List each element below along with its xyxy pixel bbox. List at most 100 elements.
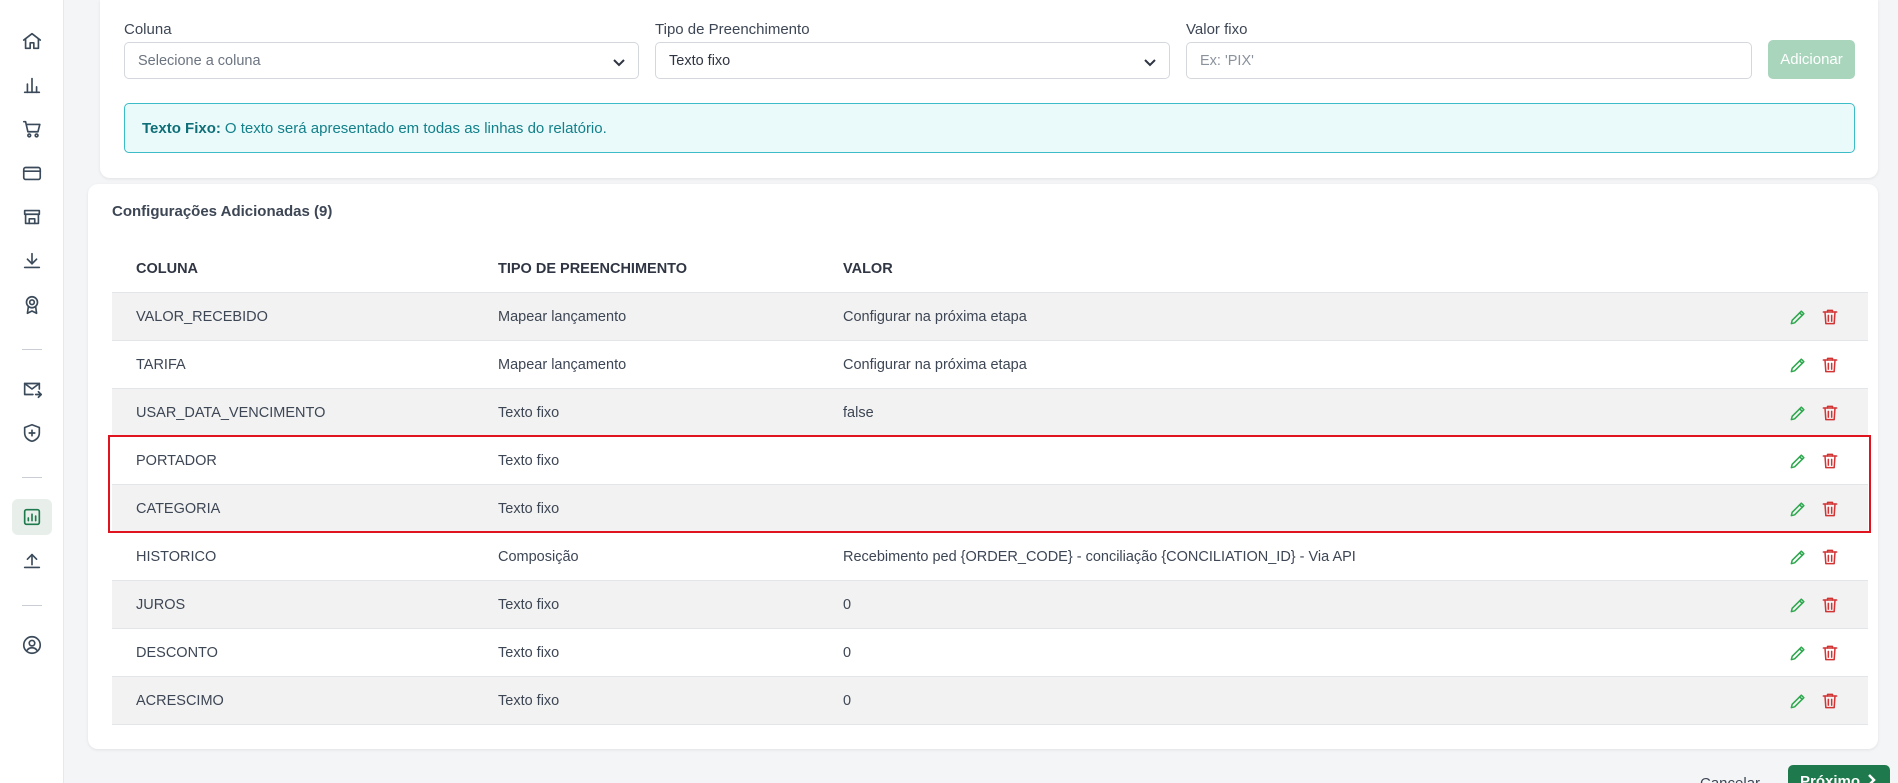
trash-icon[interactable] — [1820, 547, 1840, 567]
info-alert-title: Texto Fixo: — [142, 119, 221, 137]
cell-valor: 0 — [843, 644, 852, 661]
table-row: PORTADOR Texto fixo — [112, 437, 1868, 485]
edit-icon[interactable] — [1788, 355, 1808, 375]
row-actions — [1788, 451, 1840, 471]
cell-valor: 0 — [843, 692, 852, 709]
chevron-down-icon — [612, 55, 626, 69]
row-actions — [1788, 691, 1840, 711]
info-alert-text: O texto será apresentado em todas as lin… — [224, 119, 607, 137]
configurations-table: COLUNA TIPO DE PREENCHIMENTO VALOR VALOR… — [112, 245, 1868, 725]
trash-icon[interactable] — [1820, 451, 1840, 471]
cell-tipo: Texto fixo — [498, 452, 560, 469]
tipo-preenchimento-value: Texto fixo — [669, 52, 731, 69]
header-valor: VALOR — [843, 260, 893, 277]
trash-icon[interactable] — [1820, 643, 1840, 663]
coluna-select-placeholder: Selecione a coluna — [138, 52, 261, 69]
cell-coluna: JUROS — [136, 596, 186, 613]
credit-card-icon[interactable] — [12, 155, 52, 191]
row-actions — [1788, 643, 1840, 663]
edit-icon[interactable] — [1788, 547, 1808, 567]
table-row: TARIFA Mapear lançamento Configurar na pró… — [112, 341, 1868, 389]
sidebar-divider — [22, 605, 42, 606]
cell-tipo: Texto fixo — [498, 404, 560, 421]
cell-tipo: Mapear lançamento — [498, 308, 627, 325]
table-row: JUROS Texto fixo 0 — [112, 581, 1868, 629]
sidebar-divider — [22, 349, 42, 350]
report-icon[interactable] — [12, 499, 52, 535]
award-icon[interactable] — [12, 287, 52, 323]
edit-icon[interactable] — [1788, 403, 1808, 423]
sidebar — [0, 0, 64, 783]
edit-icon[interactable] — [1788, 643, 1808, 663]
row-actions — [1788, 403, 1840, 423]
mail-forward-icon[interactable] — [12, 371, 52, 407]
tipo-preenchimento-select[interactable]: Texto fixo — [655, 42, 1170, 79]
row-actions — [1788, 499, 1840, 519]
upload-icon[interactable] — [12, 543, 52, 579]
cell-tipo: Texto fixo — [498, 500, 560, 517]
cell-coluna: TARIFA — [136, 356, 186, 373]
table-row: DESCONTO Texto fixo 0 — [112, 629, 1868, 677]
trash-icon[interactable] — [1820, 595, 1840, 615]
cell-tipo: Texto fixo — [498, 692, 560, 709]
header-coluna: COLUNA — [136, 260, 199, 277]
edit-icon[interactable] — [1788, 595, 1808, 615]
header-tipo: TIPO DE PREENCHIMENTO — [498, 260, 688, 277]
table-row: ACRESCIMO Texto fixo 0 — [112, 677, 1868, 725]
cell-coluna: USAR_DATA_VENCIMENTO — [136, 404, 326, 421]
coluna-label: Coluna — [124, 21, 172, 38]
cell-valor: 0 — [843, 596, 852, 613]
chevron-down-icon — [1143, 55, 1157, 69]
row-actions — [1788, 307, 1840, 327]
cell-coluna: ACRESCIMO — [136, 692, 224, 709]
trash-icon[interactable] — [1820, 691, 1840, 711]
coluna-select[interactable]: Selecione a coluna — [124, 42, 639, 79]
next-button[interactable]: Próximo — [1788, 765, 1890, 783]
cell-coluna: CATEGORIA — [136, 500, 221, 517]
user-circle-icon[interactable] — [12, 627, 52, 663]
cell-valor: false — [843, 404, 874, 421]
cell-coluna: HISTORICO — [136, 548, 217, 565]
section-title: Configurações Adicionadas (9) — [112, 203, 333, 220]
row-actions — [1788, 547, 1840, 567]
store-icon[interactable] — [12, 199, 52, 235]
row-actions — [1788, 355, 1840, 375]
edit-icon[interactable] — [1788, 451, 1808, 471]
cell-coluna: DESCONTO — [136, 644, 218, 661]
cell-valor: Configurar na próxima etapa — [843, 308, 1027, 325]
cell-coluna: PORTADOR — [136, 452, 217, 469]
tipo-preenchimento-label: Tipo de Preenchimento — [655, 21, 810, 38]
table-header: COLUNA TIPO DE PREENCHIMENTO VALOR — [112, 245, 1868, 293]
cell-tipo: Composição — [498, 548, 579, 565]
edit-icon[interactable] — [1788, 691, 1808, 711]
trash-icon[interactable] — [1820, 499, 1840, 519]
edit-icon[interactable] — [1788, 499, 1808, 519]
cell-tipo: Texto fixo — [498, 596, 560, 613]
cell-tipo: Mapear lançamento — [498, 356, 627, 373]
next-button-label: Próximo — [1800, 773, 1861, 783]
download-icon[interactable] — [12, 243, 52, 279]
home-icon[interactable] — [12, 23, 52, 59]
add-button[interactable]: Adicionar — [1768, 40, 1855, 79]
cart-icon[interactable] — [12, 111, 52, 147]
valor-fixo-input[interactable]: Ex: 'PIX' — [1186, 42, 1752, 79]
cell-valor: Recebimento ped {ORDER_CODE} - conciliaç… — [843, 548, 1356, 565]
trash-icon[interactable] — [1820, 355, 1840, 375]
table-row: USAR_DATA_VENCIMENTO Texto fixo false — [112, 389, 1868, 437]
trash-icon[interactable] — [1820, 307, 1840, 327]
bar-chart-icon[interactable] — [12, 67, 52, 103]
valor-fixo-label: Valor fixo — [1186, 21, 1248, 38]
cell-valor: Configurar na próxima etapa — [843, 356, 1027, 373]
cancel-button[interactable]: Cancelar — [1700, 775, 1760, 783]
row-actions — [1788, 595, 1840, 615]
table-row: CATEGORIA Texto fixo — [112, 485, 1868, 533]
cell-coluna: VALOR_RECEBIDO — [136, 308, 268, 325]
shield-icon[interactable] — [12, 415, 52, 451]
edit-icon[interactable] — [1788, 307, 1808, 327]
cell-tipo: Texto fixo — [498, 644, 560, 661]
sidebar-divider — [22, 477, 42, 478]
table-body: VALOR_RECEBIDO Mapear lançamento Configura… — [112, 293, 1868, 725]
trash-icon[interactable] — [1820, 403, 1840, 423]
table-row: VALOR_RECEBIDO Mapear lançamento Configura… — [112, 293, 1868, 341]
table-row: HISTORICO Composição Recebimento ped {ORDE… — [112, 533, 1868, 581]
